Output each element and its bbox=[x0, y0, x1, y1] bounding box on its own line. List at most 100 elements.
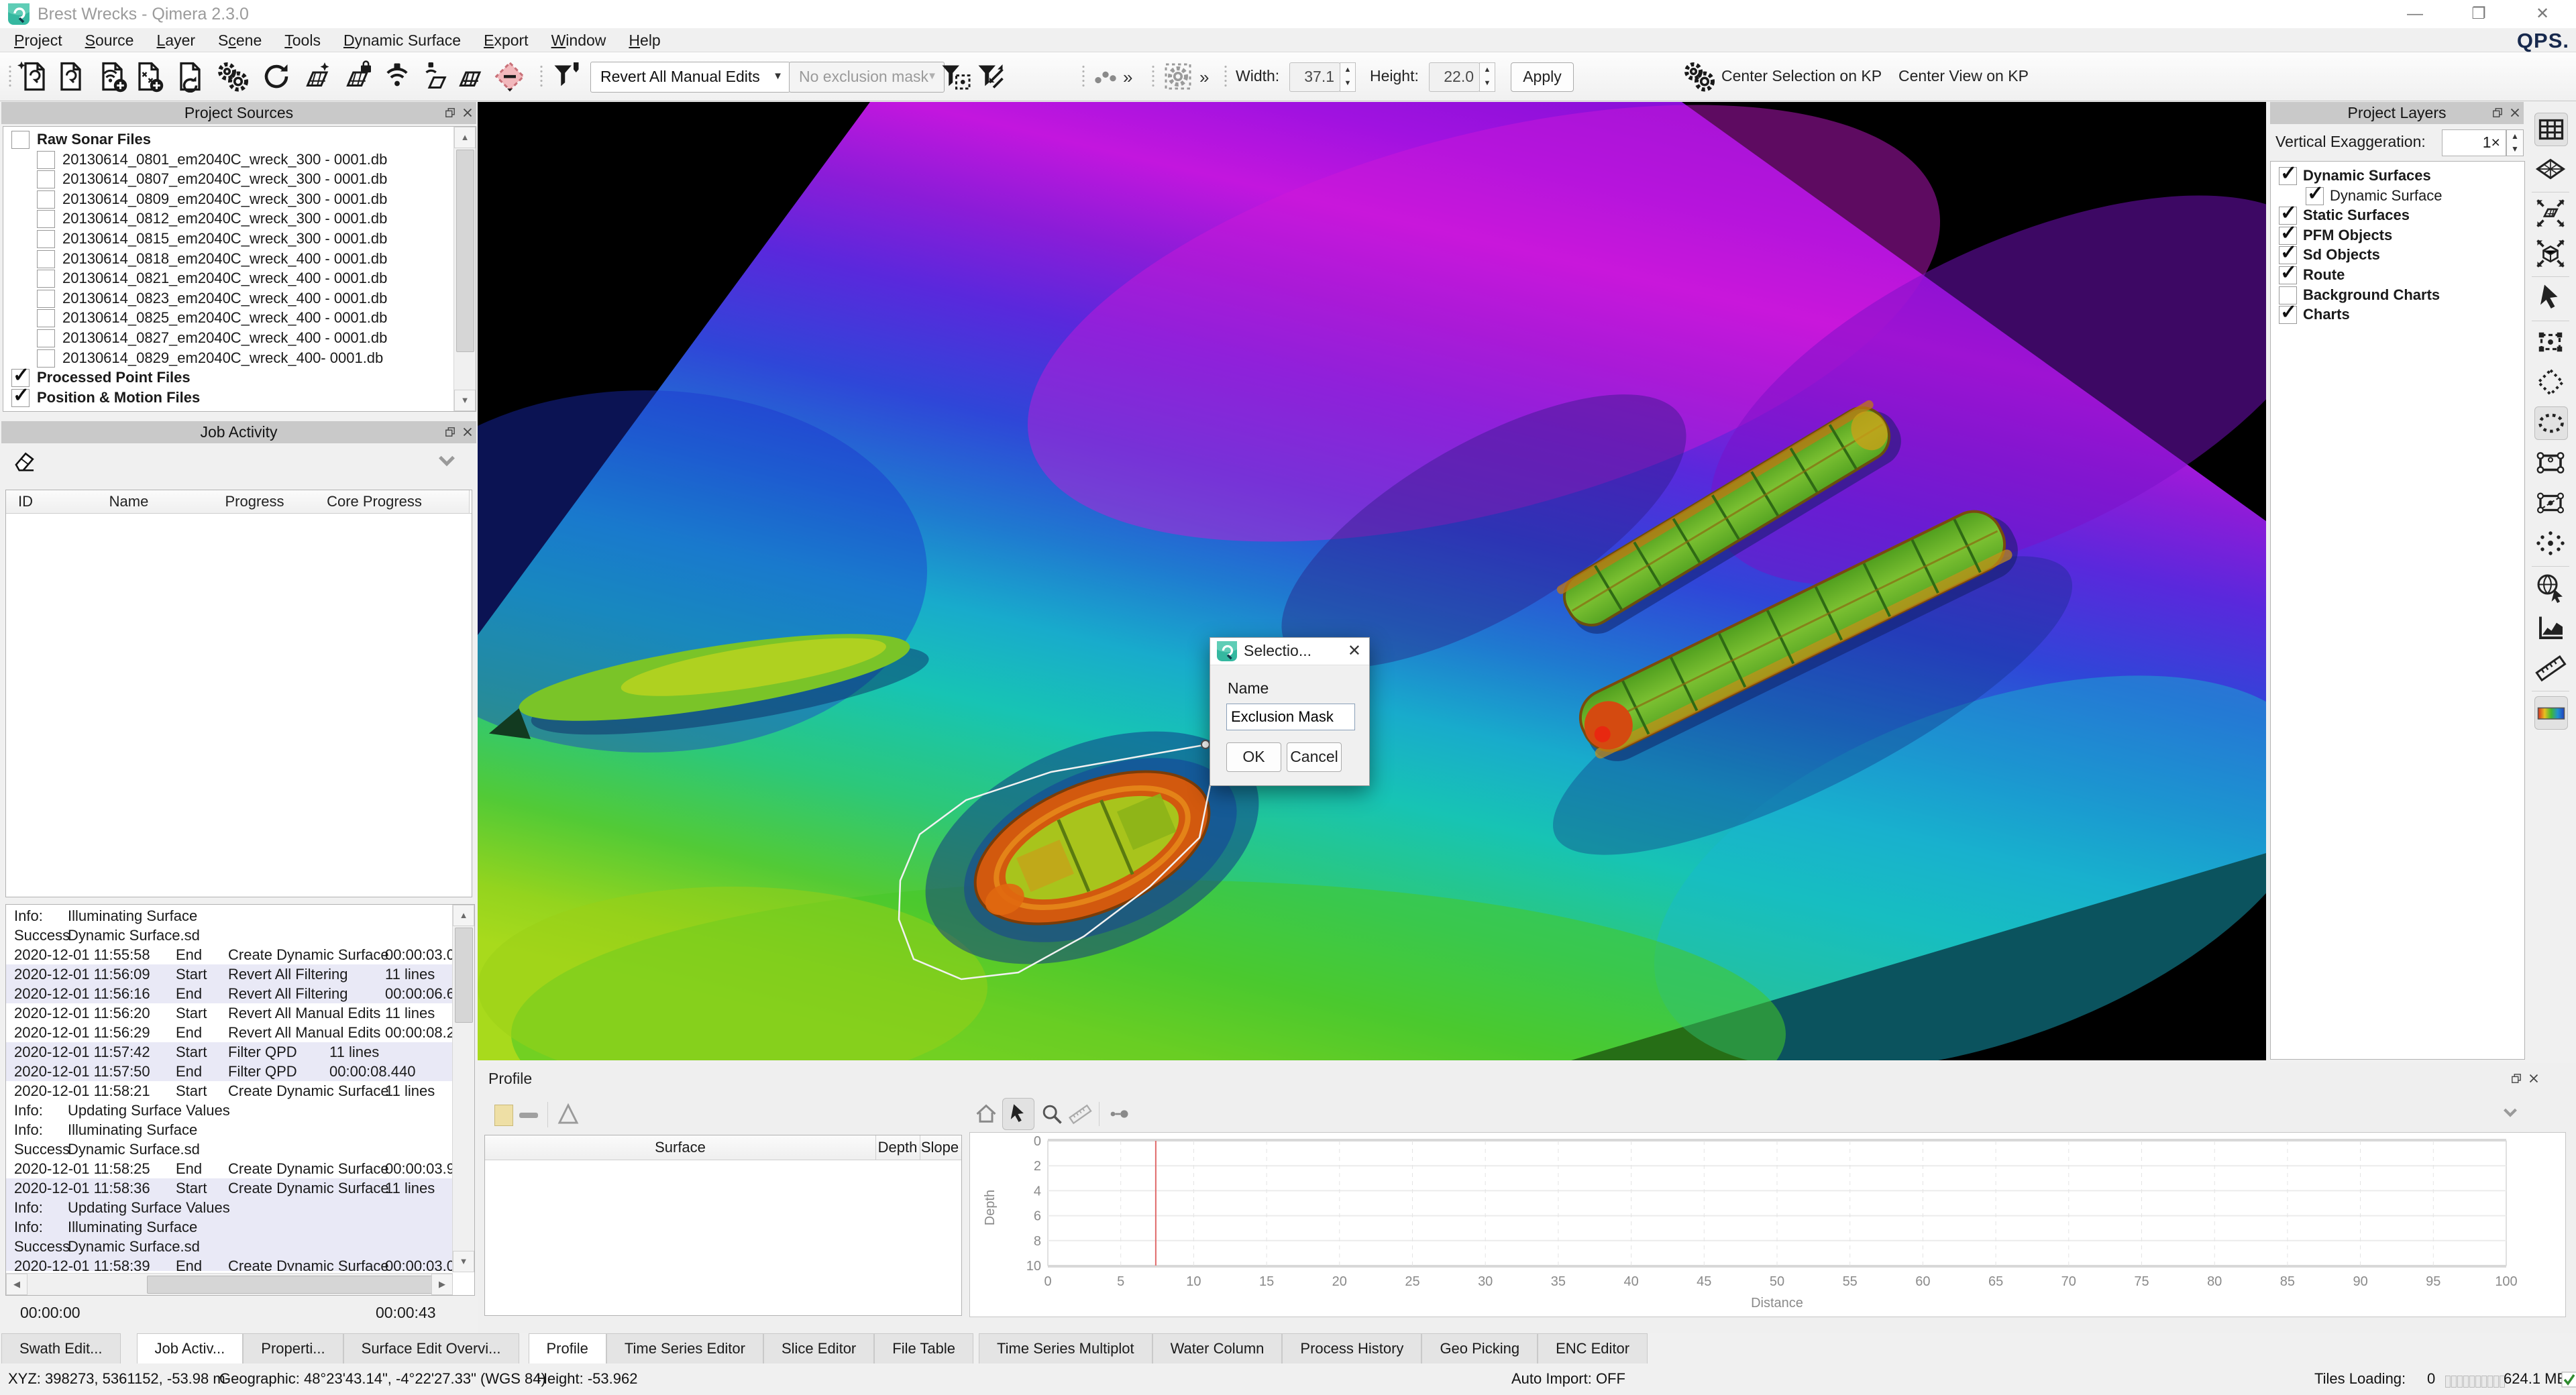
checkbox[interactable] bbox=[37, 151, 55, 169]
edit-action-dropdown[interactable]: Revert All Manual Edits▼ bbox=[590, 62, 790, 93]
log-vscrollbar[interactable]: ▲ ▼ bbox=[452, 905, 474, 1272]
list-item[interactable]: Dynamic Surface bbox=[2271, 186, 2524, 206]
measure-tool-icon[interactable] bbox=[2534, 652, 2567, 684]
list-item[interactable]: 20130614_0807_em2040C_wreck_300 - 0001.d… bbox=[3, 169, 453, 189]
log-row[interactable]: 2020-12-01 11:57:50EndFilter QPD00:00:08… bbox=[6, 1062, 457, 1081]
log-row[interactable]: Info:Illuminating Surface bbox=[6, 1120, 457, 1139]
close-panel-icon[interactable] bbox=[460, 425, 475, 439]
menu-source[interactable]: Source bbox=[74, 29, 146, 52]
log-row[interactable]: Info:Illuminating Surface bbox=[6, 906, 457, 926]
create-dynamic-surface-icon[interactable] bbox=[301, 60, 333, 93]
collapse-panel-icon[interactable] bbox=[435, 448, 459, 472]
collapse-panel-icon[interactable] bbox=[2498, 1102, 2522, 1122]
vertical-exaggeration-stepper[interactable]: ▲▼ bbox=[2506, 129, 2524, 156]
line-style-icon[interactable] bbox=[519, 1113, 538, 1118]
checkbox[interactable] bbox=[2279, 306, 2297, 324]
list-item[interactable]: 20130614_0812_em2040C_wreck_300 - 0001.d… bbox=[3, 209, 453, 229]
checkbox[interactable] bbox=[37, 349, 55, 368]
tab-file-table[interactable]: File Table bbox=[874, 1333, 973, 1363]
list-item[interactable]: 20130614_0801_em2040C_wreck_300 - 0001.d… bbox=[3, 150, 453, 170]
float-panel-icon[interactable] bbox=[443, 425, 458, 439]
log-row[interactable]: Info:Illuminating Surface bbox=[6, 1217, 457, 1237]
exclusion-mask-icon[interactable] bbox=[494, 60, 526, 93]
log-row[interactable]: SuccessDynamic Surface.sd bbox=[6, 1237, 457, 1256]
tab-slice-editor[interactable]: Slice Editor bbox=[763, 1333, 874, 1363]
log-row[interactable]: SuccessDynamic Surface.sd bbox=[6, 1139, 457, 1159]
col-depth[interactable]: Depth bbox=[875, 1135, 920, 1160]
add-processed-points-icon[interactable] bbox=[131, 60, 164, 93]
profile-chart[interactable]: 0246810051015202530354045505560657075808… bbox=[969, 1132, 2566, 1317]
log-row[interactable]: 2020-12-01 11:58:21StartCreate Dynamic S… bbox=[6, 1081, 457, 1101]
checkbox[interactable] bbox=[37, 190, 55, 209]
width-stepper[interactable]: 37.1▲▼ bbox=[1289, 62, 1340, 92]
points-tools-icon[interactable] bbox=[1091, 60, 1120, 93]
tab-enc-editor[interactable]: ENC Editor bbox=[1538, 1333, 1648, 1363]
menu-export[interactable]: Export bbox=[472, 29, 539, 52]
menu-scene[interactable]: Scene bbox=[207, 29, 273, 52]
tab-surface-edit-overvi-[interactable]: Surface Edit Overvi... bbox=[343, 1333, 519, 1363]
log-row[interactable]: Info:Updating Surface Values bbox=[6, 1101, 457, 1120]
restore-button[interactable]: ❐ bbox=[2459, 3, 2499, 25]
checkbox[interactable] bbox=[37, 329, 55, 347]
col-slope[interactable]: Slope bbox=[920, 1135, 960, 1160]
close-panel-icon[interactable] bbox=[2526, 1071, 2541, 1086]
close-panel-icon[interactable] bbox=[2508, 105, 2522, 120]
menu-layer[interactable]: Layer bbox=[145, 29, 207, 52]
checkbox[interactable] bbox=[2306, 187, 2324, 205]
reload-files-icon[interactable] bbox=[173, 60, 205, 93]
job-column-core-progress[interactable]: Core Progress bbox=[297, 490, 453, 513]
point-select-icon[interactable] bbox=[2534, 527, 2567, 559]
zoom-scene-extents-icon[interactable] bbox=[2534, 237, 2567, 270]
zoom-surface-extents-icon[interactable] bbox=[2534, 197, 2567, 229]
height-stepper[interactable]: 22.0▲▼ bbox=[1429, 62, 1480, 92]
overflow-chevron[interactable]: » bbox=[1123, 67, 1132, 88]
list-item[interactable]: Charts bbox=[2271, 304, 2524, 325]
menu-project[interactable]: Project bbox=[3, 29, 74, 52]
log-row[interactable]: 2020-12-01 11:56:20StartRevert All Manua… bbox=[6, 1003, 457, 1023]
polygon-select-icon[interactable] bbox=[2534, 366, 2567, 398]
new-project-icon[interactable] bbox=[17, 60, 50, 93]
float-panel-icon[interactable] bbox=[443, 105, 458, 120]
list-item[interactable]: 20130614_0825_em2040C_wreck_400 - 0001.d… bbox=[3, 308, 453, 328]
filter-extents-icon[interactable] bbox=[975, 60, 1008, 93]
log-row[interactable]: 2020-12-01 11:55:58EndCreate Dynamic Sur… bbox=[6, 945, 457, 964]
list-item[interactable]: 20130614_0827_em2040C_wreck_400 - 0001.d… bbox=[3, 328, 453, 348]
lasso-select-icon[interactable] bbox=[2534, 406, 2568, 440]
log-row[interactable]: 2020-12-01 11:58:39EndCreate Dynamic Sur… bbox=[6, 1256, 457, 1271]
tab-job-activ-[interactable]: Job Activ... bbox=[137, 1333, 244, 1363]
ok-button[interactable]: OK bbox=[1226, 742, 1281, 772]
list-item[interactable]: PFM Objects bbox=[2271, 225, 2524, 245]
menu-window[interactable]: Window bbox=[540, 29, 618, 52]
col-surface[interactable]: Surface bbox=[485, 1135, 876, 1160]
geo-pick-icon[interactable] bbox=[2534, 571, 2567, 604]
checkbox[interactable] bbox=[37, 250, 55, 268]
apply-button[interactable]: Apply bbox=[1511, 62, 1574, 92]
menu-help[interactable]: Help bbox=[617, 29, 672, 52]
cursor-tool-pressed[interactable] bbox=[1002, 1098, 1034, 1130]
tab-properti-[interactable]: Properti... bbox=[243, 1333, 343, 1363]
tab-time-series-multiplot[interactable]: Time Series Multiplot bbox=[979, 1333, 1152, 1363]
list-item[interactable]: Static Surfaces bbox=[2271, 205, 2524, 225]
tab-swath-edit-[interactable]: Swath Edit... bbox=[1, 1333, 121, 1363]
checkbox[interactable] bbox=[37, 210, 55, 228]
measure-profile-icon[interactable] bbox=[1068, 1102, 1092, 1126]
processing-settings-icon[interactable] bbox=[216, 60, 248, 93]
job-column-progress[interactable]: Progress bbox=[213, 490, 297, 513]
log-row[interactable]: 2020-12-01 11:56:16EndRevert All Filteri… bbox=[6, 984, 457, 1003]
selection-settings-icon[interactable] bbox=[1162, 60, 1194, 93]
job-column-name[interactable]: Name bbox=[45, 490, 213, 513]
vertical-exaggeration-input[interactable]: 1× bbox=[2442, 129, 2506, 156]
list-item[interactable]: 20130614_0809_em2040C_wreck_300 - 0001.d… bbox=[3, 189, 453, 209]
exclusion-mask-dropdown[interactable]: No exclusion mask▼ bbox=[789, 62, 945, 93]
dialog-close-icon[interactable]: ✕ bbox=[1348, 641, 1361, 661]
list-item[interactable]: Background Charts bbox=[2271, 285, 2524, 305]
surface-layer-icon[interactable] bbox=[2534, 153, 2567, 185]
cancel-button[interactable]: Cancel bbox=[1287, 742, 1342, 772]
tab-water-column[interactable]: Water Column bbox=[1152, 1333, 1283, 1363]
checkbox[interactable] bbox=[37, 290, 55, 308]
job-column-blank[interactable] bbox=[452, 490, 470, 513]
log-row[interactable]: SuccessDynamic Surface.sd bbox=[6, 926, 457, 945]
checkbox[interactable] bbox=[2279, 266, 2297, 284]
zoom-tool-icon[interactable] bbox=[1040, 1102, 1064, 1126]
log-row[interactable]: 2020-12-01 11:58:25EndCreate Dynamic Sur… bbox=[6, 1159, 457, 1178]
